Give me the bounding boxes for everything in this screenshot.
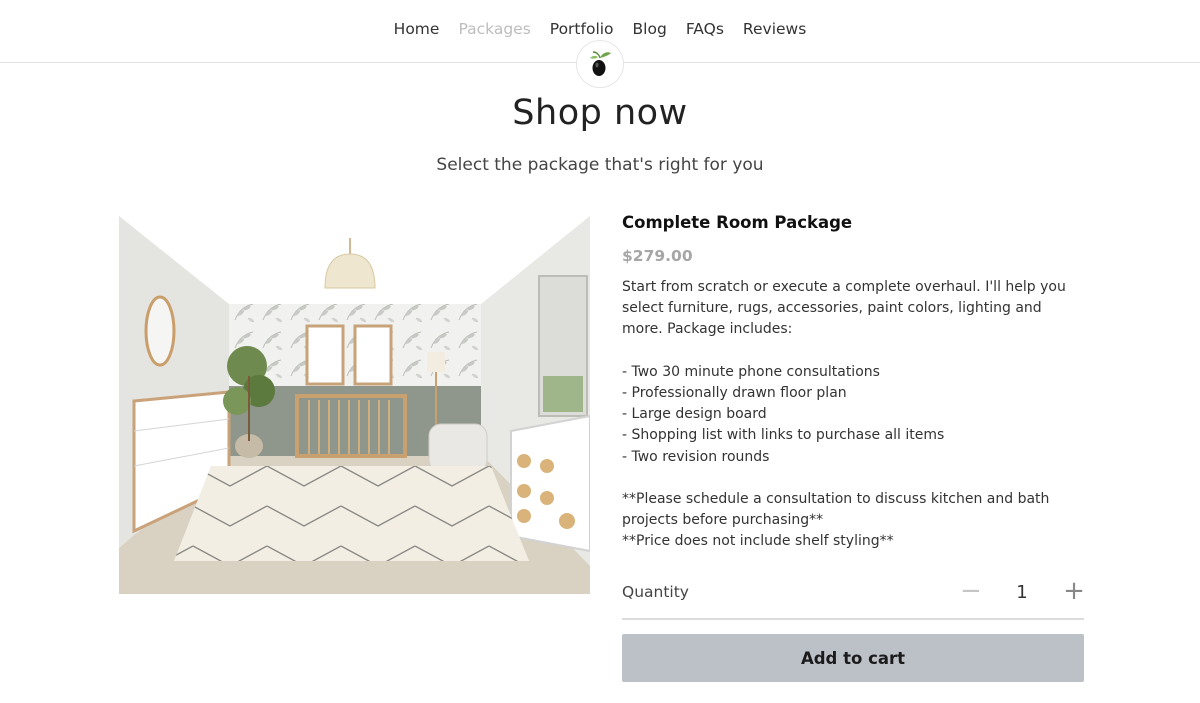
- include-item: - Two 30 minute phone consultations: [622, 363, 880, 380]
- include-item: - Professionally drawn floor plan: [622, 385, 847, 401]
- page-subtitle: Select the package that's right for you: [436, 155, 764, 175]
- nav-packages[interactable]: Packages: [458, 20, 530, 38]
- nav-blog[interactable]: Blog: [633, 20, 667, 38]
- quantity-label: Quantity: [622, 583, 689, 601]
- olive-logo-icon: [590, 51, 611, 76]
- nursery-room-rendering: [119, 216, 590, 594]
- page-title: Shop now: [512, 93, 688, 133]
- quantity-value[interactable]: 1: [1012, 582, 1032, 603]
- include-item: - Two revision rounds: [622, 448, 770, 465]
- include-item: - Shopping list with links to purchase a…: [622, 427, 945, 444]
- logo[interactable]: [576, 40, 624, 88]
- nav-portfolio[interactable]: Portfolio: [550, 20, 614, 38]
- description-note: **Price does not include shelf styling**: [622, 533, 894, 550]
- product-info: Complete Room Package $279.00 Start from…: [622, 213, 1084, 553]
- quantity-decrement-button[interactable]: −: [960, 576, 982, 606]
- nav-reviews[interactable]: Reviews: [743, 20, 806, 38]
- include-item: - Large design board: [622, 406, 767, 423]
- add-to-cart-button[interactable]: Add to cart: [622, 634, 1084, 682]
- quantity-increment-button[interactable]: +: [1063, 576, 1085, 606]
- product-price: $279.00: [622, 247, 693, 265]
- description-note: **Please schedule a consultation to disc…: [622, 491, 1050, 529]
- product-image[interactable]: [119, 216, 590, 594]
- main-nav: Home Packages Portfolio Blog FAQs Review…: [0, 20, 1200, 38]
- product-description: Start from scratch or execute a complete…: [622, 277, 1084, 553]
- product-name: Complete Room Package: [622, 213, 853, 232]
- quantity-selector: Quantity − 1 +: [622, 576, 1085, 620]
- description-intro: Start from scratch or execute a complete…: [622, 279, 1066, 338]
- nav-faqs[interactable]: FAQs: [686, 20, 724, 38]
- nav-home[interactable]: Home: [394, 20, 440, 38]
